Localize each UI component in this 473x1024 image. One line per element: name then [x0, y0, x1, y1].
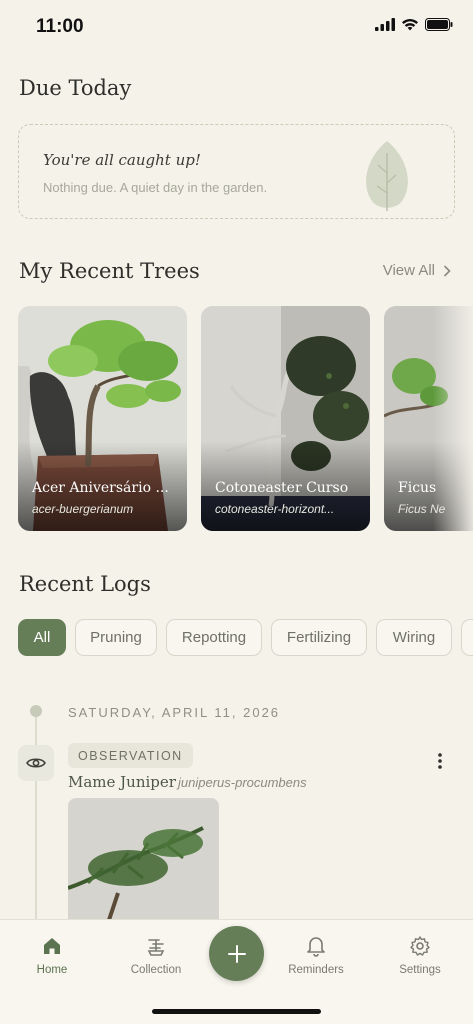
bell-icon [307, 937, 325, 957]
plus-icon [227, 944, 246, 963]
tree-card[interactable]: Acer Aniversário ... acer-buergerianum [18, 306, 187, 531]
wifi-icon [402, 19, 418, 31]
filter-chip-fertilizing[interactable]: Fertilizing [271, 619, 367, 656]
gear-icon [410, 936, 430, 956]
tree-species: cotoneaster-horizont... [215, 502, 335, 516]
view-all-label: View All [382, 262, 435, 279]
due-today-card: You're all caught up! Nothing due. A qui… [18, 124, 455, 219]
timeline-dot [30, 705, 42, 717]
more-options-button[interactable] [437, 752, 443, 774]
tree-species: acer-buergerianum [32, 502, 134, 516]
tree-name: Acer Aniversário ... [32, 480, 169, 496]
signal-icon [375, 18, 395, 31]
log-tree-name[interactable]: Mame Juniper [68, 773, 176, 791]
recent-trees-carousel[interactable]: Acer Aniversário ... acer-buergerianum C… [18, 306, 473, 532]
tab-home[interactable]: Home [12, 934, 92, 976]
log-date: SATURDAY, APRIL 11, 2026 [68, 705, 281, 720]
tab-home-label: Home [36, 964, 68, 976]
bonsai-icon [147, 939, 165, 956]
due-headline: You're all caught up! [43, 151, 201, 169]
recent-trees-title: My Recent Trees [19, 259, 200, 283]
tab-settings-label: Settings [399, 964, 441, 976]
eye-icon [26, 758, 46, 768]
tree-name: Cotoneaster Curso [215, 480, 349, 496]
tab-reminders[interactable]: Reminders [276, 934, 356, 976]
status-icons [375, 18, 453, 31]
due-today-title: Due Today [19, 76, 132, 100]
more-vertical-icon [438, 753, 442, 769]
log-type-badge: OBSERVATION [68, 743, 193, 768]
log-type-icon-box [18, 745, 54, 781]
tab-collection[interactable]: Collection [116, 934, 196, 976]
tab-collection-label: Collection [130, 964, 182, 976]
filter-chip-more[interactable] [461, 619, 473, 656]
battery-icon [425, 18, 453, 31]
status-time: 11:00 [36, 16, 84, 37]
filter-chip-pruning[interactable]: Pruning [75, 619, 157, 656]
recent-logs-title: Recent Logs [19, 572, 151, 596]
tab-reminders-label: Reminders [288, 964, 344, 976]
status-bar: 11:00 [0, 0, 473, 56]
tree-name: Ficus [398, 480, 437, 496]
due-message: Nothing due. A quiet day in the garden. [43, 180, 268, 195]
leaf-icon [366, 141, 408, 211]
log-filter-chips: All Pruning Repotting Fertilizing Wiring [18, 619, 473, 657]
home-indicator [152, 1009, 321, 1014]
tab-settings[interactable]: Settings [380, 934, 460, 976]
filter-chip-all[interactable]: All [18, 619, 66, 656]
carousel-fade [433, 306, 473, 532]
view-all-link[interactable]: View All [383, 262, 451, 279]
filter-chip-repotting[interactable]: Repotting [166, 619, 262, 656]
log-photo-image [68, 798, 219, 923]
tree-card[interactable]: Cotoneaster Curso cotoneaster-horizont..… [201, 306, 370, 531]
filter-chip-wiring[interactable]: Wiring [376, 619, 452, 656]
add-button[interactable] [209, 926, 264, 981]
chevron-right-icon [443, 264, 451, 277]
log-tree-species: juniperus-procumbens [178, 775, 307, 790]
home-icon [44, 938, 60, 954]
log-photo[interactable] [68, 798, 219, 923]
